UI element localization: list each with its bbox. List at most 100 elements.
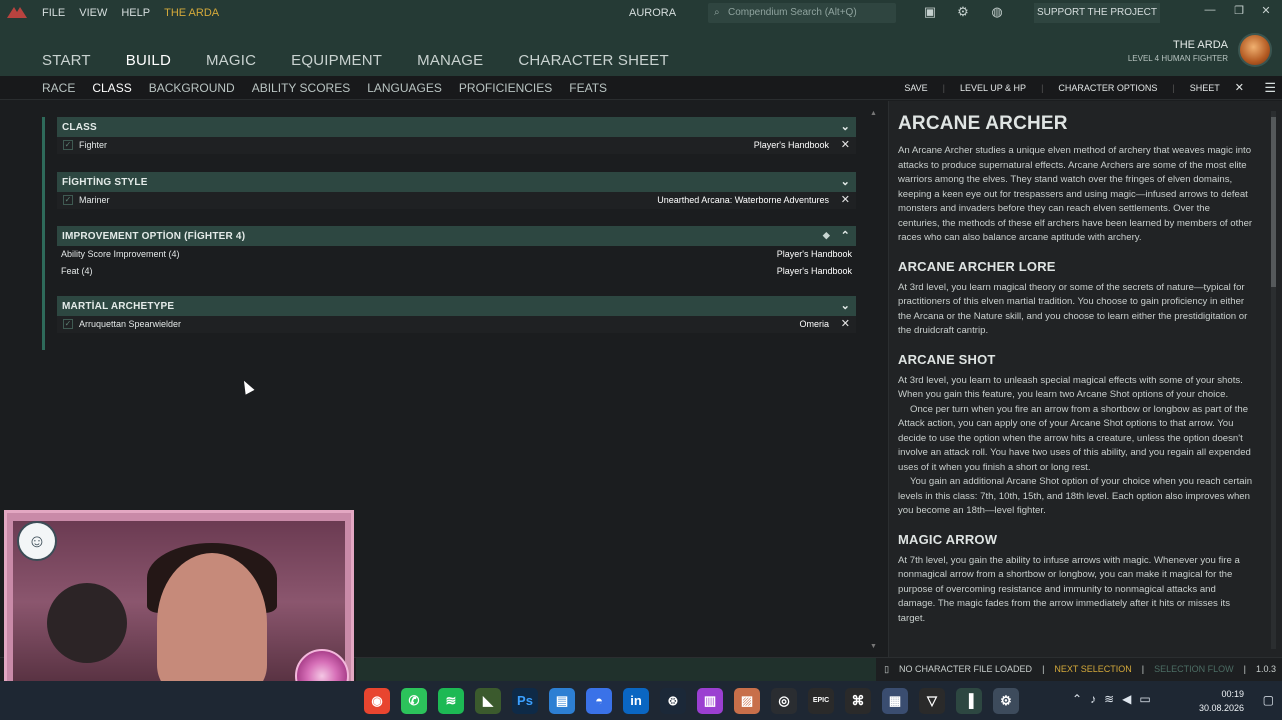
chevron-down-icon[interactable]: ⌄ [841, 120, 850, 133]
remove-icon[interactable]: ✕ [841, 317, 850, 330]
option-source: Player's Handbook [776, 249, 852, 259]
divider: | [942, 83, 946, 93]
compendium-search-input[interactable]: ⌕ Compendium Search (Alt+Q) [708, 3, 896, 23]
mascot-icon: ☺ [17, 521, 57, 561]
globe-icon[interactable]: ◍ [987, 4, 1007, 22]
steam-icon[interactable]: ⊛ [660, 688, 686, 714]
chrome-icon[interactable]: ◉ [364, 688, 390, 714]
file-icon: ▯ [884, 664, 890, 674]
nav-character-sheet[interactable]: CHARACTER SHEET [518, 52, 669, 69]
streamer [157, 553, 267, 693]
support-project-button[interactable]: SUPPORT THE PROJECT [1034, 3, 1160, 23]
epic-games-icon[interactable]: EPIC [808, 688, 834, 714]
description-scrollbar[interactable] [1271, 111, 1276, 649]
tab-race[interactable]: RACE [42, 81, 75, 95]
nvidia-icon[interactable]: ◣ [475, 688, 501, 714]
tab-proficiencies[interactable]: PROFICIENCIES [459, 81, 552, 95]
clock-date: 30.08.2026 [1198, 703, 1244, 713]
aurora-logo-icon[interactable] [6, 5, 28, 19]
character-portrait[interactable] [1238, 33, 1272, 67]
hamburger-menu-icon[interactable]: ☰ [1264, 80, 1276, 96]
chevron-down-icon[interactable]: ⌄ [841, 175, 850, 188]
chevron-down-icon[interactable]: ⌄ [841, 299, 850, 312]
webcam-overlay: ☺ [4, 510, 354, 708]
option-row[interactable]: Feat (4) Player's Handbook [57, 263, 856, 280]
list-item[interactable]: ✓ Fighter Player's Handbook ✕ [57, 137, 856, 154]
photoshop-icon[interactable]: Ps [512, 688, 538, 714]
minimize-icon[interactable]: — [1200, 4, 1220, 20]
save-button[interactable]: SAVE [904, 83, 927, 94]
scroll-up-icon[interactable]: ▲ [870, 110, 877, 117]
aurora-taskbar-icon[interactable]: ▐ [956, 688, 982, 714]
document-app-icon[interactable]: ▦ [882, 688, 908, 714]
microphone-tray-icon[interactable]: ♪ [1090, 692, 1096, 706]
next-selection-button[interactable]: NEXT SELECTION [1054, 664, 1131, 675]
tab-background[interactable]: BACKGROUND [149, 81, 235, 95]
nav-equipment[interactable]: EQUIPMENT [291, 52, 382, 69]
section-header[interactable]: CLASS ⌄ [57, 117, 856, 137]
selection-source: Omeria [799, 319, 829, 329]
close-sheet-icon[interactable]: ✕ [1235, 81, 1244, 94]
scroll-down-icon[interactable]: ▼ [870, 643, 877, 650]
vpn-icon[interactable]: ▽ [919, 688, 945, 714]
whatsapp-icon[interactable]: ✆ [401, 688, 427, 714]
spotify-icon[interactable]: ≋ [438, 688, 464, 714]
tag-icon[interactable]: ◆ [823, 230, 830, 241]
nav-manage[interactable]: MANAGE [417, 52, 483, 69]
tab-ability-scores[interactable]: ABILITY SCORES [252, 81, 350, 95]
notification-icon[interactable]: ▢ [1263, 693, 1274, 707]
tab-languages[interactable]: LANGUAGES [367, 81, 442, 95]
section-title: IMPROVEMENT OPTİON (FİGHTER 4) [62, 231, 246, 242]
menu-view[interactable]: VIEW [79, 7, 107, 19]
settings-app-icon[interactable]: ⚙ [993, 688, 1019, 714]
obs-icon[interactable]: ◎ [771, 688, 797, 714]
character-options-button[interactable]: CHARACTER OPTIONS [1058, 83, 1157, 94]
system-clock[interactable]: 00:19 30.08.2026 [1199, 687, 1244, 715]
level-up-hp-button[interactable]: LEVEL UP & HP [960, 83, 1026, 94]
menu-help[interactable]: HELP [121, 7, 150, 19]
improvement-option-section: IMPROVEMENT OPTİON (FİGHTER 4) ◆ ⌃ Abili… [57, 226, 856, 280]
menu-character-name[interactable]: THE ARDA [164, 7, 219, 19]
battery-icon[interactable]: ▭ [1139, 692, 1150, 706]
maximize-icon[interactable]: ❐ [1229, 4, 1249, 20]
version-label: 1.0.3 [1255, 664, 1276, 674]
microphone-icon [47, 583, 127, 663]
remove-icon[interactable]: ✕ [841, 138, 850, 151]
section-header[interactable]: IMPROVEMENT OPTİON (FİGHTER 4) ◆ ⌃ [57, 226, 856, 246]
chat-app-icon[interactable]: ◓ [586, 688, 612, 714]
nav-build[interactable]: BUILD [126, 52, 171, 69]
close-icon[interactable]: ✕ [1256, 4, 1276, 20]
gear-icon[interactable]: ⚙ [953, 4, 973, 22]
nav-start[interactable]: START [42, 52, 91, 69]
list-item[interactable]: ✓ Mariner Unearthed Arcana: Waterborne A… [57, 192, 856, 209]
character-name: THE ARDA [1172, 39, 1228, 51]
remove-icon[interactable]: ✕ [841, 193, 850, 206]
chevron-up-icon[interactable]: ⌃ [841, 229, 850, 242]
scrollbar-thumb[interactable] [1271, 117, 1276, 287]
os-taskbar: ◉ ✆ ≋ ◣ Ps ▤ ◓ in ⊛ ▥ ▨ ◎ EPIC ⌘ ▦ ▽ ▐ ⚙… [0, 681, 1282, 720]
volume-icon[interactable]: ◀ [1122, 692, 1131, 706]
linkedin-icon[interactable]: in [623, 688, 649, 714]
notepad-icon[interactable]: ▤ [549, 688, 575, 714]
twitch-icon[interactable]: ▥ [697, 688, 723, 714]
app-header: FILE VIEW HELP THE ARDA AURORA ⌕ Compend… [0, 0, 1282, 76]
tab-class[interactable]: CLASS [92, 81, 131, 95]
list-item[interactable]: ✓ Arruquettan Spearwielder Omeria ✕ [57, 316, 856, 333]
check-icon: ✓ [63, 195, 73, 205]
selection-scrollbar[interactable]: ▲ ▼ [870, 110, 878, 650]
class-section: CLASS ⌄ ✓ Fighter Player's Handbook ✕ [57, 117, 856, 154]
section-header[interactable]: MARTİAL ARCHETYPE ⌄ [57, 296, 856, 316]
section-header[interactable]: FİGHTİNG STYLE ⌄ [57, 172, 856, 192]
streamlabs-icon[interactable]: ⌘ [845, 688, 871, 714]
menu-file[interactable]: FILE [42, 7, 65, 19]
window-layout-icon[interactable]: ▣ [920, 4, 940, 22]
feature-heading: ARCANE ARCHER LORE [898, 258, 1056, 274]
image-viewer-icon[interactable]: ▨ [734, 688, 760, 714]
wifi-icon[interactable]: ≋ [1104, 692, 1114, 706]
chevron-up-icon[interactable]: ⌃ [1072, 692, 1082, 706]
option-row[interactable]: Ability Score Improvement (4) Player's H… [57, 246, 856, 263]
selection-flow-button[interactable]: SELECTION FLOW [1154, 664, 1234, 675]
sheet-button[interactable]: SHEET [1190, 83, 1220, 94]
tab-feats[interactable]: FEATS [569, 81, 607, 95]
nav-magic[interactable]: MAGIC [206, 52, 256, 69]
